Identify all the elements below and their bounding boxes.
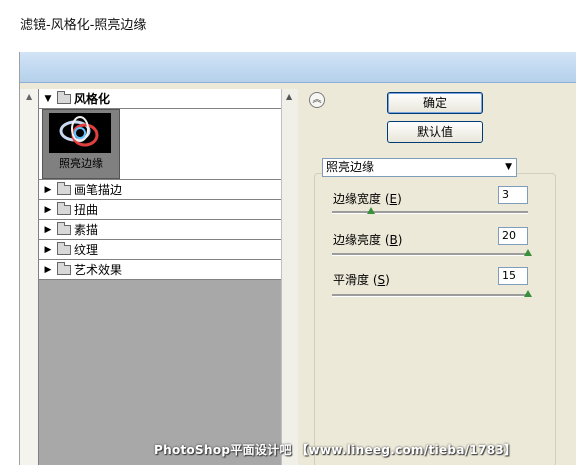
filter-gallery-dialog: ▲ ▼ 风格化 照亮边缘 ▶ 画笔描边 ▶ 扭曲 ▶ 素描 ▶ 纹理 ▶ 艺术效…: [19, 52, 576, 465]
category-label: 素描: [74, 223, 99, 237]
folder-icon: [57, 221, 71, 235]
edge-brightness-input[interactable]: 20: [498, 227, 528, 245]
filter-select[interactable]: 照亮边缘 ▼: [322, 158, 517, 177]
title-bar: [20, 52, 576, 83]
folder-icon: [57, 201, 71, 215]
filter-thumb-glowing-edges[interactable]: 照亮边缘: [42, 109, 120, 179]
category-artistic[interactable]: ▶ 艺术效果: [39, 260, 281, 280]
folder-icon: [57, 181, 71, 195]
folder-icon: [57, 241, 71, 255]
filter-tree: ▼ 风格化 照亮边缘 ▶ 画笔描边 ▶ 扭曲 ▶ 素描 ▶ 纹理 ▶ 艺术效果 …: [38, 89, 298, 465]
edge-brightness-slider[interactable]: [332, 253, 528, 256]
expand-triangle-icon[interactable]: ▼: [41, 94, 55, 104]
param-edge-brightness-label: 边缘亮度 (B): [333, 233, 403, 247]
collapsed-triangle-icon[interactable]: ▶: [41, 245, 55, 255]
category-label: 扭曲: [74, 203, 99, 217]
filter-select-value: 照亮边缘: [326, 160, 375, 174]
settings-panel: [314, 173, 556, 465]
edge-brightness-slider-handle[interactable]: [524, 249, 532, 256]
smoothness-input[interactable]: 15: [498, 267, 528, 285]
category-label: 艺术效果: [74, 263, 123, 277]
collapsed-triangle-icon[interactable]: ▶: [41, 225, 55, 235]
smoothness-slider-handle[interactable]: [524, 290, 532, 297]
category-label: 风格化: [74, 92, 111, 106]
collapsed-triangle-icon[interactable]: ▶: [41, 205, 55, 215]
caption: 滤镜-风格化-照亮边缘: [20, 18, 147, 33]
double-chevron-up-icon[interactable]: ︽: [309, 92, 325, 108]
chevron-down-icon: ▼: [505, 162, 512, 172]
category-label: 画笔描边: [74, 183, 123, 197]
category-stylize[interactable]: ▼ 风格化: [39, 89, 281, 109]
ok-button[interactable]: 确定: [387, 92, 483, 114]
folder-icon: [57, 90, 71, 104]
filter-thumbnails: 照亮边缘: [39, 109, 281, 180]
category-sketch[interactable]: ▶ 素描: [39, 220, 281, 240]
category-label: 纹理: [74, 243, 99, 257]
watermark: PhotoShop平面设计吧 【www.lineeg.com/tieba/178…: [154, 443, 517, 457]
category-distort[interactable]: ▶ 扭曲: [39, 200, 281, 220]
smoothness-slider[interactable]: [332, 294, 528, 297]
collapsed-triangle-icon[interactable]: ▶: [41, 265, 55, 275]
default-button[interactable]: 默认值: [387, 121, 483, 143]
folder-icon: [57, 261, 71, 275]
scroll-up-icon[interactable]: ▲: [26, 92, 32, 101]
scroll-up-icon[interactable]: ▲: [286, 92, 292, 101]
category-texture[interactable]: ▶ 纹理: [39, 240, 281, 260]
collapsed-triangle-icon[interactable]: ▶: [41, 185, 55, 195]
thumbnail-image: [49, 113, 111, 153]
param-smoothness-label: 平滑度 (S): [333, 273, 390, 287]
preview-frame-edge: ▲: [20, 89, 39, 465]
category-brush-strokes[interactable]: ▶ 画笔描边: [39, 180, 281, 200]
thumbnail-label: 照亮边缘: [59, 157, 103, 170]
tree-scrollbar[interactable]: ▲: [281, 89, 298, 465]
edge-width-input[interactable]: 3: [498, 186, 528, 204]
edge-width-slider[interactable]: [332, 211, 528, 214]
param-edge-width-label: 边缘宽度 (E): [333, 192, 402, 206]
edge-width-slider-handle[interactable]: [367, 207, 376, 214]
